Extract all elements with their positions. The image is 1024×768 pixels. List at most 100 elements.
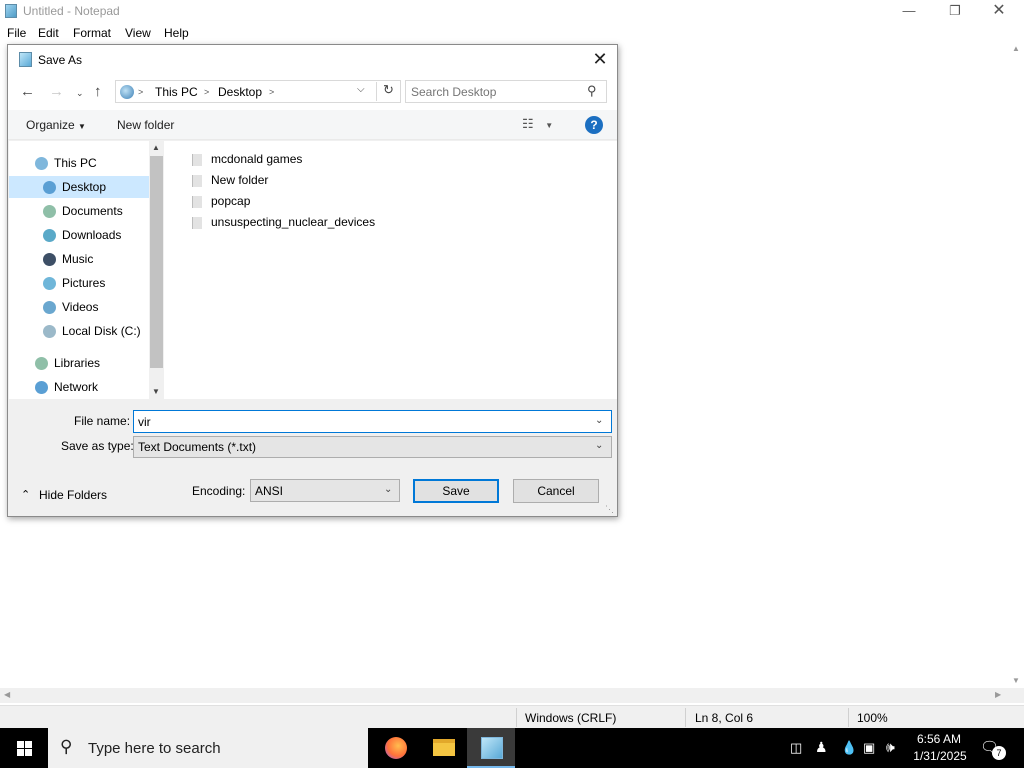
menu-format[interactable]: Format: [73, 26, 111, 40]
file-name-input[interactable]: [138, 414, 588, 430]
notification-center-button[interactable]: 🗨 7: [980, 738, 1006, 760]
network-icon[interactable]: ▣: [863, 740, 875, 756]
help-icon[interactable]: ?: [585, 116, 603, 134]
back-arrow-icon[interactable]: ←: [20, 83, 35, 100]
encoding-value: ANSI: [255, 484, 284, 498]
organize-button[interactable]: Organize ▼: [26, 118, 86, 132]
tree-item-label: Libraries: [54, 356, 101, 370]
search-icon: ⚲: [587, 83, 597, 98]
scroll-down-icon[interactable]: ▼: [152, 387, 160, 396]
tree-item-desktop[interactable]: Desktop: [9, 176, 149, 198]
firefox-icon[interactable]: [371, 728, 419, 768]
tree-item-local-disk[interactable]: Local Disk (C:): [9, 320, 149, 342]
clock-time[interactable]: 6:56 AM: [914, 732, 964, 746]
list-item[interactable]: mcdonald games: [188, 149, 448, 169]
tree-item-this-pc[interactable]: This PC: [9, 152, 149, 174]
list-item[interactable]: popcap: [188, 191, 448, 211]
dialog-titlebar: Save As ✕: [8, 45, 617, 74]
tree-item-label: Downloads: [62, 228, 122, 242]
menu-edit[interactable]: Edit: [38, 26, 59, 40]
address-dropdown-icon[interactable]: ⌵: [357, 84, 365, 95]
notepad-titlebar: Untitled - Notepad — ❐ ✕: [0, 0, 1024, 22]
videos-icon: [43, 301, 56, 314]
breadcrumb-chevron-icon[interactable]: >: [269, 87, 274, 97]
tree-item-libraries[interactable]: Libraries: [9, 352, 149, 374]
tree-item-label: Videos: [62, 300, 99, 314]
save-type-select[interactable]: Text Documents (*.txt) ⌄: [133, 436, 612, 458]
file-list: mcdonald games New folder popcap unsuspe…: [164, 141, 617, 399]
breadcrumb-this-pc[interactable]: This PC: [155, 85, 198, 99]
change-view-button[interactable]: ☷ ▼: [522, 116, 562, 134]
dialog-footer: File name: ⌄ Save as type: Text Document…: [8, 399, 617, 516]
tree-item-documents[interactable]: Documents: [9, 200, 149, 222]
list-item[interactable]: New folder: [188, 170, 448, 190]
chevron-up-icon: ⌃: [21, 489, 31, 501]
scroll-up-icon[interactable]: ▲: [152, 143, 160, 152]
address-bar[interactable]: > This PC > Desktop > ⌵ ↻: [115, 80, 401, 103]
scrollbar-thumb[interactable]: [150, 156, 163, 368]
tree-item-downloads[interactable]: Downloads: [9, 224, 149, 246]
file-name: New folder: [211, 173, 269, 187]
recent-locations-chevron-icon[interactable]: ⌄: [76, 88, 84, 99]
breadcrumb-chevron-icon[interactable]: >: [204, 87, 209, 97]
chevron-down-icon[interactable]: ⌄: [595, 415, 603, 426]
command-bar: Organize ▼ New folder ☷ ▼ ?: [8, 110, 617, 140]
computer-icon: [35, 157, 48, 170]
scroll-left-icon[interactable]: ◀: [4, 690, 10, 699]
clock-date[interactable]: 1/31/2025: [910, 749, 970, 763]
droplet-icon[interactable]: 💧: [841, 740, 857, 756]
scroll-right-icon[interactable]: ▶: [995, 690, 1001, 699]
disk-icon: [43, 325, 56, 338]
resize-grip-icon[interactable]: ⋱: [605, 504, 614, 515]
encoding-label: Encoding:: [192, 484, 246, 498]
start-button[interactable]: [0, 728, 48, 768]
folder-icon: [192, 217, 202, 229]
scroll-up-icon[interactable]: ▲: [1012, 44, 1020, 53]
tree-item-label: Documents: [62, 204, 123, 218]
list-item[interactable]: unsuspecting_nuclear_devices: [188, 212, 448, 232]
windows-logo-icon: [17, 741, 32, 756]
notification-count-badge: 7: [992, 746, 1006, 760]
cancel-button[interactable]: Cancel: [513, 479, 599, 503]
forward-arrow-icon[interactable]: →: [49, 83, 64, 100]
folder-icon: [192, 175, 202, 187]
security-icon[interactable]: ◫: [790, 740, 802, 756]
close-button[interactable]: ✕: [976, 0, 1022, 22]
breadcrumb-chevron-icon[interactable]: >: [138, 87, 143, 97]
breadcrumb-desktop[interactable]: Desktop: [218, 85, 262, 99]
folder-icon: [192, 154, 202, 166]
file-explorer-icon[interactable]: [419, 728, 467, 768]
file-name-field[interactable]: ⌄: [133, 410, 612, 433]
volume-icon[interactable]: 🕪: [886, 739, 895, 756]
dialog-close-button[interactable]: ✕: [588, 49, 612, 71]
vertical-scrollbar[interactable]: ▲ ▼: [1009, 42, 1024, 688]
horizontal-scrollbar[interactable]: ◀ ▶: [0, 688, 1024, 703]
save-button[interactable]: Save: [413, 479, 499, 503]
hide-folders-button[interactable]: ⌃ Hide Folders: [21, 486, 121, 504]
encoding-select[interactable]: ANSI ⌄: [250, 479, 400, 502]
up-arrow-icon[interactable]: ↑: [94, 83, 102, 100]
search-input[interactable]: [411, 84, 581, 100]
maximize-button[interactable]: ❐: [932, 0, 978, 22]
menu-view[interactable]: View: [125, 26, 151, 40]
search-box[interactable]: ⚲: [405, 80, 607, 103]
cursor-position-status: Ln 8, Col 6: [695, 711, 754, 725]
people-icon[interactable]: ♟: [815, 739, 828, 756]
refresh-icon[interactable]: ↻: [376, 82, 400, 101]
new-folder-button[interactable]: New folder: [117, 118, 174, 132]
scroll-down-icon[interactable]: ▼: [1012, 676, 1020, 685]
notepad-icon[interactable]: [467, 728, 515, 768]
taskbar-search[interactable]: ⚲ Type here to search: [48, 728, 368, 768]
documents-icon: [43, 205, 56, 218]
pictures-icon: [43, 277, 56, 290]
minimize-button[interactable]: —: [886, 0, 932, 22]
tree-item-network[interactable]: Network: [9, 376, 149, 398]
tree-item-music[interactable]: Music: [9, 248, 149, 270]
notepad-app-icon: [5, 4, 17, 18]
menu-file[interactable]: File: [7, 26, 26, 40]
tree-scrollbar[interactable]: ▲ ▼: [149, 141, 163, 399]
tree-item-videos[interactable]: Videos: [9, 296, 149, 318]
view-grid-icon: ☷: [522, 116, 534, 131]
tree-item-pictures[interactable]: Pictures: [9, 272, 149, 294]
menu-help[interactable]: Help: [164, 26, 189, 40]
